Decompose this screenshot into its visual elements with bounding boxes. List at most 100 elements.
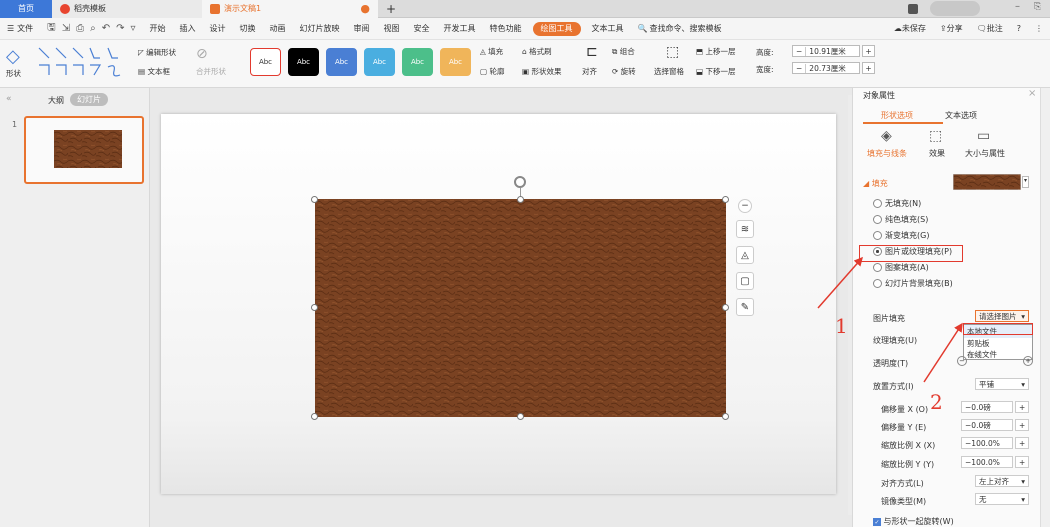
height-input[interactable]: −10.91厘米 (792, 45, 860, 57)
menu-dev-tools[interactable]: 开发工具 (437, 18, 483, 40)
preview-icon[interactable]: ⌕ (90, 23, 96, 34)
fill-option-radio[interactable]: 纯色填充(S) (873, 214, 928, 225)
unsaved-status[interactable]: ☁ 未保存 (887, 18, 933, 40)
fill-option-radio[interactable]: 无填充(N) (873, 198, 921, 209)
outline-float-icon[interactable]: ▢ (736, 272, 754, 290)
rotate-handle-icon[interactable] (514, 176, 526, 188)
new-tab-button[interactable]: + (378, 0, 404, 18)
menu-file[interactable]: ☰ 文件 (0, 18, 40, 40)
effect-icon[interactable]: ⬚ (929, 128, 942, 144)
share-button[interactable]: ⇪ 分享 (933, 18, 970, 40)
shape-label[interactable]: 形状 (6, 68, 21, 79)
line-shape-gallery[interactable] (36, 45, 126, 79)
undo-icon[interactable]: ↶ (102, 23, 110, 34)
more-menu-icon[interactable]: ⋮ (1028, 18, 1050, 40)
select-pane-label[interactable]: 选择窗格 (654, 66, 684, 77)
collapse-pane-icon[interactable]: « (6, 94, 12, 104)
format-brush-button[interactable]: ⌂ 格式刷 (522, 46, 552, 57)
width-input[interactable]: −20.73厘米 (792, 62, 860, 74)
bring-forward-button[interactable]: ⬒ 上移一层 (696, 46, 735, 57)
menu-transition[interactable]: 切换 (233, 18, 263, 40)
subtab-effect[interactable]: 效果 (929, 148, 945, 159)
fill-button[interactable]: ◬ 填充 (480, 46, 503, 57)
shape-style-swatch[interactable]: Abc (326, 48, 357, 76)
resize-handle-bl[interactable] (311, 413, 318, 420)
shape-effect-button[interactable]: ▣ 形状效果 (522, 66, 561, 77)
shape-style-swatch[interactable]: Abc (440, 48, 471, 76)
fill-option-radio[interactable]: 幻灯片背景填充(B) (873, 278, 953, 289)
resize-handle-r[interactable] (722, 304, 729, 311)
tab-home[interactable]: 首页 (0, 0, 52, 18)
minimize-icon[interactable]: – (1015, 1, 1020, 12)
menu-animation[interactable]: 动画 (263, 18, 293, 40)
resize-handle-tr[interactable] (722, 196, 729, 203)
menu-slideshow[interactable]: 幻灯片放映 (293, 18, 347, 40)
menu-security[interactable]: 安全 (407, 18, 437, 40)
align-mode-select[interactable]: 左上对齐 ▾ (975, 475, 1029, 487)
fill-dropdown-icon[interactable]: ▾ (1022, 176, 1029, 188)
width-increment-icon[interactable]: + (862, 62, 875, 74)
transparency-increment-icon[interactable]: + (1023, 356, 1033, 366)
align-label[interactable]: 对齐 (582, 66, 597, 77)
menu-features[interactable]: 特色功能 (483, 18, 529, 40)
menu-review[interactable]: 审阅 (347, 18, 377, 40)
shape-style-swatch[interactable]: Abc (288, 48, 319, 76)
print-icon[interactable]: ⎙ (76, 23, 84, 34)
placement-select[interactable]: 平铺 ▾ (975, 378, 1029, 390)
search-command[interactable]: 🔍 查找命令、搜索模板 (631, 18, 729, 40)
close-panel-icon[interactable]: × (1028, 88, 1036, 99)
resize-handle-br[interactable] (722, 413, 729, 420)
menu-start[interactable]: 开始 (143, 18, 173, 40)
mirror-select[interactable]: 无 ▾ (975, 493, 1029, 505)
shape-style-swatch[interactable]: Abc (402, 48, 433, 76)
subtab-size[interactable]: 大小与属性 (965, 148, 1005, 159)
outline-tab[interactable]: 大纲 (48, 95, 64, 106)
help-button[interactable]: ? (1010, 18, 1028, 40)
fill-option-radio[interactable]: 渐变填充(G) (873, 230, 929, 241)
slides-tab[interactable]: 幻灯片 (70, 93, 108, 106)
fill-preview-swatch[interactable] (953, 174, 1021, 190)
size-icon[interactable]: ▭ (977, 128, 990, 144)
offset-x-inc-icon[interactable]: + (1015, 401, 1029, 413)
textured-rectangle-shape[interactable] (315, 199, 726, 417)
outline-button[interactable]: ▢ 轮廓 (480, 66, 504, 77)
offset-x-input[interactable]: − 0.0磅 (961, 401, 1013, 413)
user-account-icon[interactable] (930, 1, 980, 16)
edit-shape-button[interactable]: ◸ 编辑形状 (138, 47, 176, 58)
resize-handle-tl[interactable] (311, 196, 318, 203)
tab-doc[interactable]: 演示文稿1 ● (202, 0, 378, 18)
shape-style-swatch[interactable]: Abc (250, 48, 281, 76)
export-icon[interactable]: ⇲ (62, 23, 70, 34)
more-icon[interactable]: ▿ (130, 23, 135, 34)
rotate-button[interactable]: ⟳ 旋转 (612, 66, 636, 77)
menu-view[interactable]: 视图 (377, 18, 407, 40)
tab-template[interactable]: 稻壳模板 (52, 0, 202, 18)
merge-shape-label[interactable]: 合并形状 (196, 66, 226, 77)
select-pane-icon[interactable]: ⬚ (666, 44, 679, 60)
menu-insert[interactable]: 插入 (173, 18, 203, 40)
fill-option-radio[interactable]: 图案填充(A) (873, 262, 929, 273)
collapse-float-icon[interactable]: − (738, 199, 752, 213)
redo-icon[interactable]: ↷ (116, 23, 124, 34)
text-box-button[interactable]: ▤ 文本框 (138, 66, 170, 77)
scale-y-inc-icon[interactable]: + (1015, 456, 1029, 468)
shape-style-swatch[interactable]: Abc (364, 48, 395, 76)
send-backward-button[interactable]: ⬓ 下移一层 (696, 66, 735, 77)
scale-x-input[interactable]: − 100.0% (961, 437, 1013, 449)
group-button[interactable]: ⧉ 组合 (612, 46, 635, 57)
merge-shape-icon[interactable]: ⊘ (196, 46, 208, 62)
fill-float-icon[interactable]: ◬ (736, 246, 754, 264)
subtab-fill-line[interactable]: 填充与线条 (867, 148, 907, 159)
height-increment-icon[interactable]: + (862, 45, 875, 57)
scale-y-input[interactable]: − 100.0% (961, 456, 1013, 468)
window-layout-icon[interactable] (908, 4, 918, 14)
scale-x-inc-icon[interactable]: + (1015, 437, 1029, 449)
layers-icon[interactable]: ≋ (736, 220, 754, 238)
restore-icon[interactable]: ⎘ (1034, 2, 1041, 12)
resize-handle-l[interactable] (311, 304, 318, 311)
offset-y-inc-icon[interactable]: + (1015, 419, 1029, 431)
resize-handle-b[interactable] (517, 413, 524, 420)
select-picture-button[interactable]: 请选择图片 ▾ (975, 310, 1029, 322)
rotate-with-shape-checkbox[interactable]: ✓ 与形状一起旋转(W) (873, 516, 954, 527)
fill-line-icon[interactable]: ◈ (881, 128, 892, 144)
